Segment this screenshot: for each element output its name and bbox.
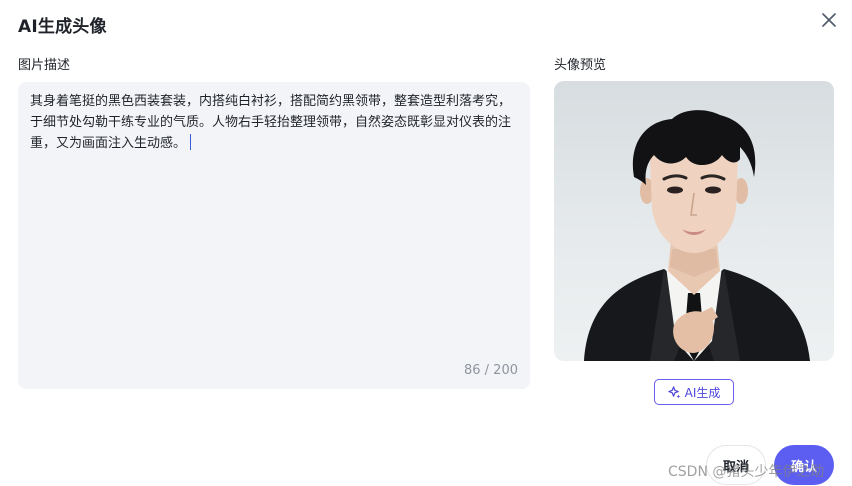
- avatar-preview-image: [554, 81, 834, 361]
- close-icon: [822, 13, 836, 27]
- ai-generate-label: AI生成: [684, 385, 721, 400]
- description-text-wrap: 其身着笔挺的黑色西装套装，内搭纯白衬衫，搭配简约黑领带，整套造型利落考究，于细节…: [30, 91, 520, 154]
- ai-generate-button[interactable]: AI生成: [654, 379, 734, 405]
- sparkle-icon: [667, 385, 680, 398]
- description-text: 其身着笔挺的黑色西装套装，内搭纯白衬衫，搭配简约黑领带，整套造型利落考究，于细节…: [30, 94, 512, 151]
- description-label: 图片描述: [18, 58, 71, 73]
- text-caret: [190, 134, 192, 150]
- preview-label: 头像预览: [554, 58, 607, 73]
- dialog-title: AI生成头像: [18, 17, 107, 37]
- description-textarea[interactable]: 其身着笔挺的黑色西装套装，内搭纯白衬衫，搭配简约黑领带，整套造型利落考究，于细节…: [18, 82, 530, 389]
- ai-avatar-dialog: AI生成头像 图片描述 头像预览 其身着笔挺的黑色西装套装，内搭纯白衬衫，搭配简…: [0, 0, 852, 486]
- close-button[interactable]: [818, 9, 840, 31]
- csdn-watermark: CSDN @猪头少年伊之助: [668, 464, 825, 480]
- avatar-portrait: [584, 110, 810, 361]
- character-counter: 86 / 200: [464, 363, 518, 378]
